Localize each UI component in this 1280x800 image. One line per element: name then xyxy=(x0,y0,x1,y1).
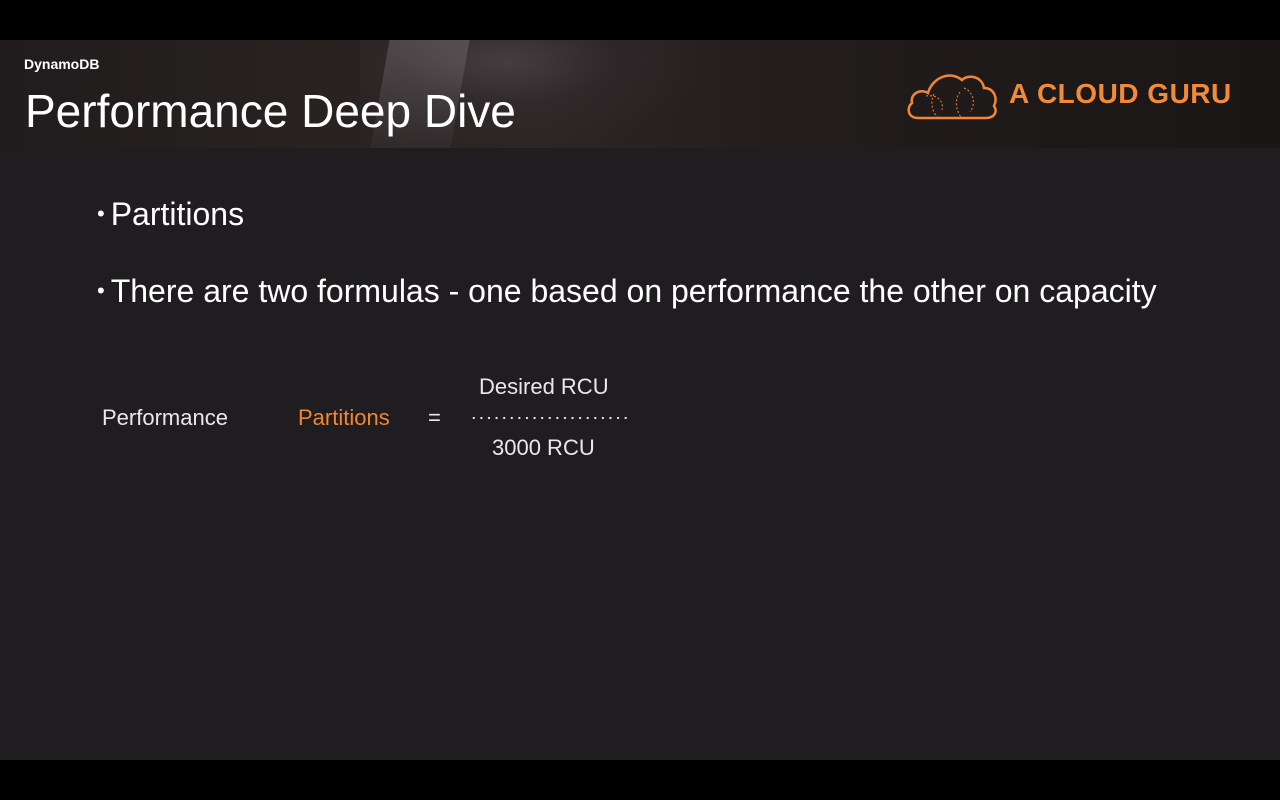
slide: DynamoDB Performance Deep Dive A CLOUD G… xyxy=(0,40,1280,760)
letterbox-top xyxy=(0,0,1280,40)
slide-header: DynamoDB Performance Deep Dive A CLOUD G… xyxy=(0,40,1280,148)
section-label: DynamoDB xyxy=(24,56,100,72)
formula-numerator: Desired RCU xyxy=(479,374,609,399)
bullet-item: • There are two formulas - one based on p… xyxy=(97,273,1157,310)
bullet-text: Partitions xyxy=(110,196,245,232)
bullet-dot: • xyxy=(97,278,105,303)
formula-result: Partitions xyxy=(298,405,390,430)
fraction-divider-line xyxy=(470,416,630,420)
brand-logo: A CLOUD GURU xyxy=(904,66,1244,126)
formula-equals-sign: = xyxy=(428,405,441,430)
formula-denominator: 3000 RCU xyxy=(492,435,595,460)
bullet-dot: • xyxy=(97,201,105,226)
letterbox-bottom xyxy=(0,760,1280,800)
slide-title: Performance Deep Dive xyxy=(25,85,516,137)
bullet-item: • Partitions xyxy=(97,196,244,233)
cloud-logo-icon xyxy=(907,74,997,120)
bullet-text: There are two formulas - one based on pe… xyxy=(110,273,1157,309)
formula-label: Performance xyxy=(102,405,228,430)
brand-logo-text: A CLOUD GURU xyxy=(1009,78,1232,109)
